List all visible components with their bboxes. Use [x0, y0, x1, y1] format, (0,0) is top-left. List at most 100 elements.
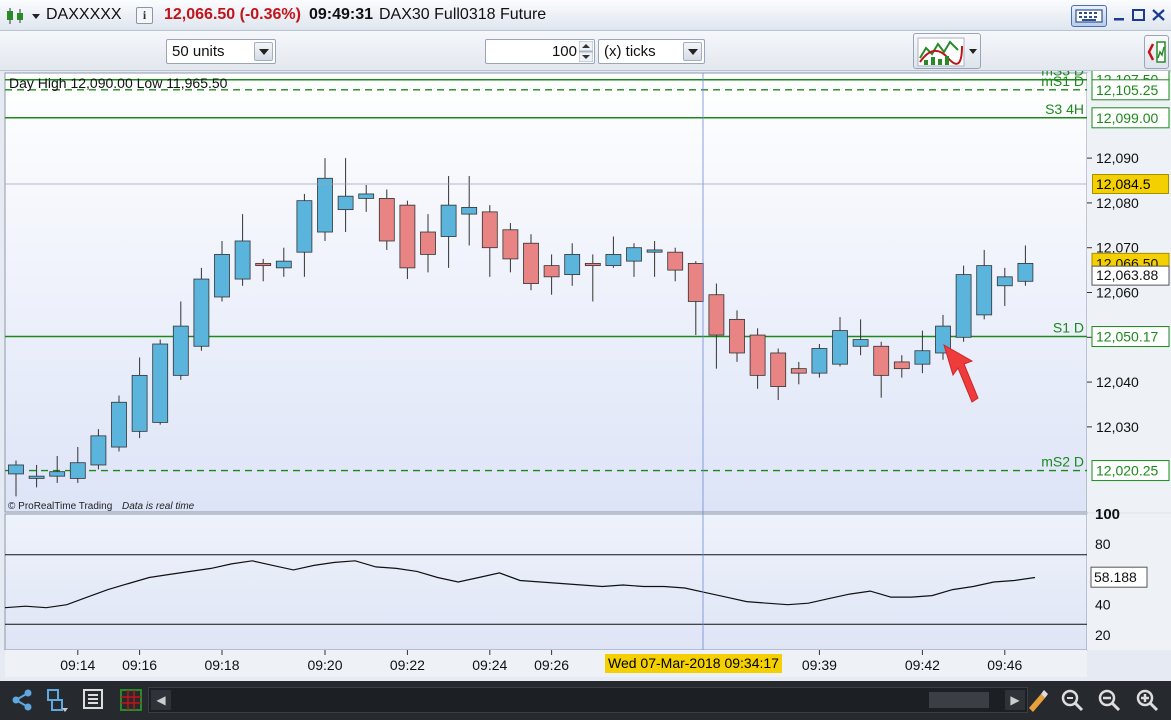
x-tick-label: 09:20: [307, 657, 342, 673]
y-tick-label: 12,080: [1096, 195, 1139, 211]
zoom-out-icon[interactable]: [1095, 686, 1123, 714]
x-tick-label: 09:42: [905, 657, 940, 673]
candle-body: [8, 464, 24, 475]
scroll-right-button[interactable]: ▶: [1005, 690, 1025, 710]
level-name-label: S1 D: [1053, 320, 1084, 336]
level-price-label: 12,099.00: [1096, 110, 1158, 126]
candle: [955, 265, 972, 342]
candle-body: [832, 330, 848, 365]
candle-body: [399, 204, 416, 269]
close-icon: [1152, 9, 1165, 21]
scroll-left-button[interactable]: ◀: [151, 690, 171, 710]
candle-body: [543, 265, 560, 278]
x-tick-label: 09:18: [204, 657, 239, 673]
candle: [152, 339, 169, 425]
share-icon[interactable]: [8, 686, 36, 714]
realtime-note: Data is real time: [122, 501, 195, 512]
candles-icon: [7, 8, 40, 24]
chart-canvas[interactable]: 12,03012,04012,06012,07012,08012,090 mS3…: [0, 71, 1171, 681]
level-price-label: 12,105.25: [1096, 82, 1158, 98]
candle: [193, 267, 210, 351]
candle-body: [234, 240, 251, 280]
candle-body: [317, 177, 333, 233]
candle-body: [275, 260, 292, 269]
candle-body: [873, 345, 890, 376]
ticks-count-input[interactable]: 100: [485, 39, 595, 64]
candle-body: [749, 334, 766, 376]
candle-body: [584, 262, 601, 267]
candle-body: [255, 262, 272, 267]
candle-body: [687, 262, 704, 302]
candle-body: [69, 462, 86, 479]
keyboard-icon: [1075, 9, 1103, 23]
candle-body: [605, 254, 622, 267]
chart-toolbar: 50 units 100 (x) ticks: [0, 31, 1171, 71]
pen-icon[interactable]: [1023, 686, 1051, 714]
candle-body: [790, 368, 807, 374]
level-price-label: 12,020.25: [1096, 463, 1158, 479]
candle-body: [152, 343, 169, 423]
candle-body: [955, 274, 972, 338]
candle-body: [729, 318, 745, 354]
quote-change: 12,066.50 (-0.36%): [164, 6, 301, 23]
candle-body: [131, 374, 148, 432]
y-tick-label: 12,060: [1096, 285, 1139, 301]
indicator-tick-label: 20: [1095, 627, 1111, 643]
layers-icon[interactable]: [80, 686, 108, 714]
candle-body: [852, 339, 869, 347]
candle-body: [811, 348, 828, 374]
level-name-label: mS1 D: [1041, 73, 1084, 89]
x-tick-label: 09:14: [60, 657, 95, 673]
candle-body: [893, 361, 910, 370]
symbol-name: DAXXXXX: [46, 6, 122, 23]
minimize-icon: [1114, 18, 1124, 21]
zoom-in-icon[interactable]: [1133, 686, 1161, 714]
panel-toggle-icon: [1147, 41, 1166, 63]
candle-body: [111, 401, 127, 448]
scroll-thumb[interactable]: [929, 692, 989, 708]
level-name-label: S3 4H: [1045, 101, 1084, 117]
minimize-button[interactable]: [1110, 6, 1129, 24]
title-bar: DAXXXXX i 12,066.50 (-0.36%) 09:49:31 DA…: [0, 0, 1171, 31]
indicator-tick-label: 80: [1095, 536, 1111, 552]
tick-unit-select[interactable]: (x) ticks: [598, 39, 705, 64]
x-tick-label: 09:22: [390, 657, 425, 673]
close-button[interactable]: [1149, 6, 1168, 24]
zoom-select-icon[interactable]: [1058, 686, 1086, 714]
candle-body: [976, 265, 993, 316]
symbol-menu-button[interactable]: [4, 7, 42, 25]
candle-body: [193, 278, 210, 347]
bottom-toolbar: ◀ ▶: [0, 681, 1171, 720]
cursor-datetime-label: Wed 07-Mar-2018 09:34:17: [605, 654, 782, 673]
candle-body: [667, 251, 684, 271]
indicators-button[interactable]: [913, 33, 981, 69]
chevron-down-icon[interactable]: [683, 42, 702, 61]
candle-body: [502, 229, 519, 260]
day-range-label: Day High 12,090.00 Low 11,965.50: [9, 75, 228, 91]
candle-body: [28, 475, 45, 479]
keyboard-button[interactable]: [1071, 5, 1107, 27]
horizontal-scrollbar[interactable]: ◀ ▶: [148, 687, 1028, 713]
maximize-icon: [1132, 9, 1145, 21]
candle-body: [626, 247, 642, 262]
candle-body: [996, 276, 1013, 287]
chevron-down-icon[interactable]: [254, 42, 273, 61]
side-panel-button[interactable]: [1144, 35, 1169, 69]
units-select[interactable]: 50 units: [166, 39, 276, 64]
info-button[interactable]: i: [136, 7, 153, 24]
candle-body: [378, 198, 395, 242]
candle-body: [481, 211, 498, 249]
candle-body: [172, 325, 189, 376]
indicators-icon[interactable]: [42, 686, 70, 714]
price-plot-area: [4, 72, 1088, 513]
x-tick-label: 09:39: [802, 657, 837, 673]
spinner-icon[interactable]: [579, 41, 593, 62]
x-tick-label: 09:24: [472, 657, 507, 673]
x-tick-label: 09:46: [987, 657, 1022, 673]
candle: [811, 344, 828, 378]
grid-icon[interactable]: [117, 686, 145, 714]
units-value: 50 units: [172, 43, 225, 60]
maximize-button[interactable]: [1129, 6, 1148, 24]
candle-body: [49, 471, 66, 477]
y-tick-label: 12,030: [1096, 419, 1139, 435]
